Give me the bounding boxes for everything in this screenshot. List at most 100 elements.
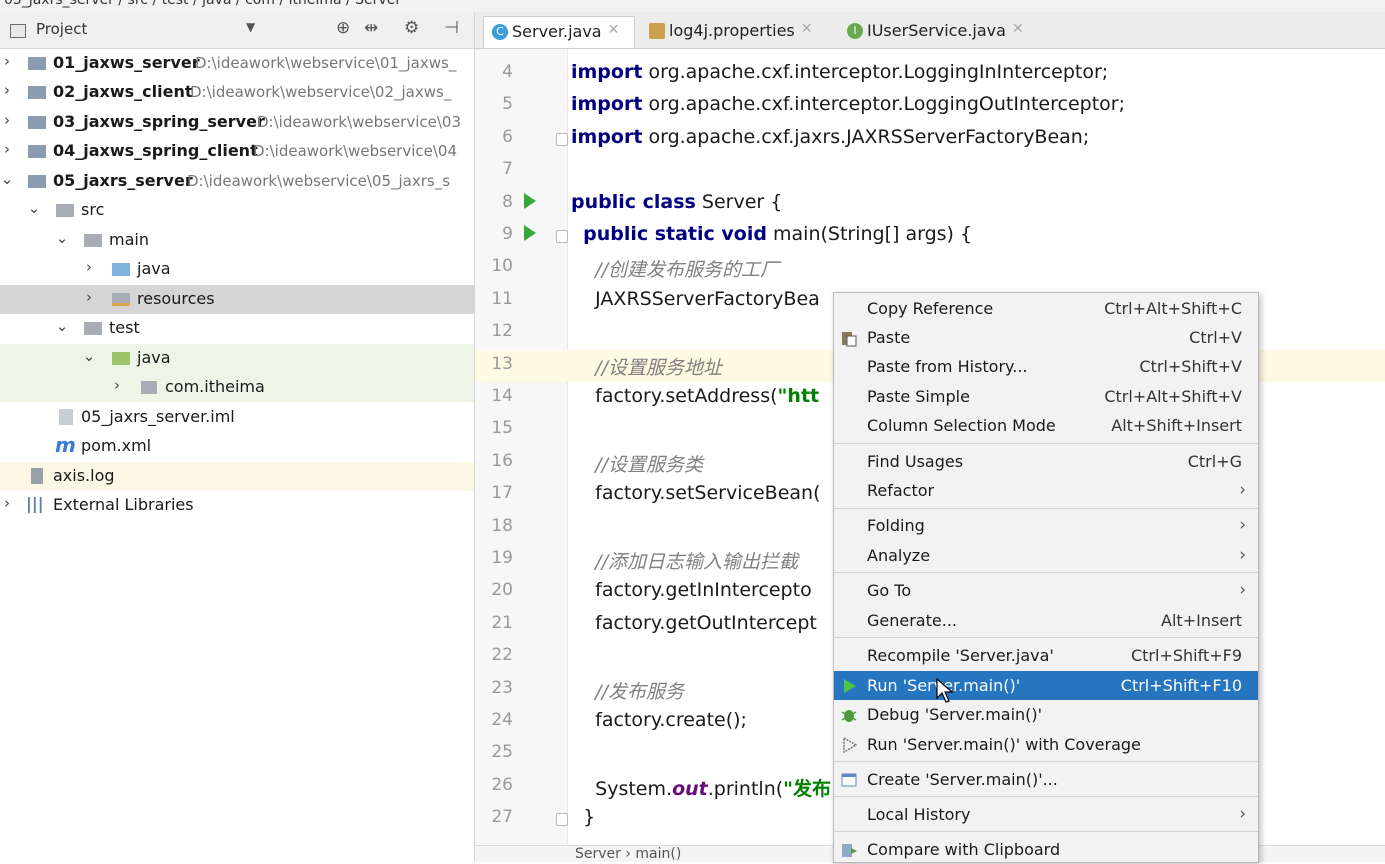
interface-icon: I	[847, 23, 863, 39]
code-line[interactable]: 9 public static void main(String[] args)…	[475, 220, 1385, 252]
tree-item-folder[interactable]: ⌄ main	[0, 226, 474, 255]
tree-item-module[interactable]: › 01_jaxws_server D:\ideawork\webservice…	[0, 49, 474, 78]
tab-server-java[interactable]: C Server.java ✕	[483, 16, 635, 48]
breadcrumb-text[interactable]: 05_jaxrs_server / src / test / java / co…	[4, 0, 401, 8]
chevron-down-icon[interactable]: ⌄	[55, 229, 69, 247]
menu-item-compare-with-clipboard[interactable]: Compare with Clipboard	[834, 835, 1258, 864]
menu-item-create-config[interactable]: Create 'Server.main()'...	[834, 765, 1258, 794]
code-line[interactable]: 4 import org.apache.cxf.interceptor.Loggi…	[475, 58, 1385, 90]
menu-separator	[834, 443, 1258, 444]
close-icon[interactable]: ✕	[608, 22, 620, 38]
menu-separator	[834, 572, 1258, 573]
menu-item-find-usages[interactable]: Find Usages Ctrl+G	[834, 447, 1258, 476]
fold-icon[interactable]	[556, 230, 568, 243]
chevron-down-icon[interactable]: ▼	[246, 20, 255, 34]
menu-item-generate[interactable]: Generate... Alt+Insert	[834, 606, 1258, 635]
line-number: 12	[491, 321, 513, 342]
tree-item-label: java	[137, 348, 171, 367]
tab-log4j-properties[interactable]: log4j.properties ✕	[641, 16, 831, 47]
hide-panel-icon[interactable]: ⊣	[444, 18, 459, 38]
project-panel-title[interactable]: Project	[36, 20, 87, 38]
code-line[interactable]: 10 //创建发布服务的工厂	[475, 252, 1385, 284]
menu-item-paste-from-history[interactable]: Paste from History... Ctrl+Shift+V	[834, 352, 1258, 381]
navigation-breadcrumb: 05_jaxrs_server / src / test / java / co…	[0, 0, 1385, 12]
tree-item-module[interactable]: › 02_jaxws_client D:\ideawork\webservice…	[0, 78, 474, 107]
menu-item-label: Paste from History...	[867, 357, 1028, 376]
resources-folder-icon	[112, 293, 130, 306]
line-number: 25	[491, 742, 513, 763]
tab-label: IUserService.java	[867, 21, 1006, 40]
close-icon[interactable]: ✕	[801, 21, 813, 37]
menu-item-label: Column Selection Mode	[867, 416, 1056, 435]
code-line[interactable]: 5 import org.apache.cxf.interceptor.Loggi…	[475, 90, 1385, 122]
menu-item-shortcut: Ctrl+V	[1189, 328, 1242, 347]
code-breadcrumb[interactable]: Server › main()	[575, 846, 681, 862]
collapse-icon[interactable]: ⇹	[364, 18, 378, 38]
menu-item-folding[interactable]: Folding ›	[834, 511, 1258, 540]
chevron-right-icon[interactable]: ›	[82, 288, 96, 306]
tree-item-package[interactable]: › com.itheima	[0, 373, 474, 402]
menu-item-label: Folding	[867, 516, 925, 535]
tree-item-folder[interactable]: ⌄ java	[0, 344, 474, 373]
chevron-down-icon[interactable]: ⌄	[0, 170, 14, 188]
run-gutter-icon[interactable]	[524, 225, 536, 241]
run-gutter-icon[interactable]	[524, 192, 536, 209]
tree-item-folder[interactable]: › resources	[0, 285, 474, 314]
fold-icon[interactable]	[556, 132, 568, 146]
tree-item-file[interactable]: axis.log	[0, 462, 474, 491]
tree-item-folder[interactable]: › java	[0, 255, 474, 284]
code-text: JAXRSServerFactoryBea	[571, 287, 820, 310]
menu-item-local-history[interactable]: Local History ›	[834, 800, 1258, 829]
code-line[interactable]: 7	[475, 155, 1385, 187]
chevron-right-icon[interactable]: ›	[0, 111, 14, 129]
chevron-right-icon[interactable]: ›	[0, 140, 14, 158]
menu-item-recompile[interactable]: Recompile 'Server.java' Ctrl+Shift+F9	[834, 641, 1258, 670]
close-icon[interactable]: ✕	[1012, 21, 1024, 37]
tree-item-folder[interactable]: ⌄ src	[0, 196, 474, 225]
code-line[interactable]: 8 public class Server {	[475, 188, 1385, 220]
menu-item-analyze[interactable]: Analyze ›	[834, 541, 1258, 570]
menu-item-debug[interactable]: Debug 'Server.main()'	[834, 700, 1258, 729]
tree-item-label: pom.xml	[81, 436, 152, 455]
tab-iuserservice-java[interactable]: I IUserService.java ✕	[839, 16, 1035, 47]
chevron-right-icon[interactable]: ›	[110, 376, 124, 394]
tree-item-module[interactable]: › 04_jaxws_spring_client D:\ideawork\web…	[0, 137, 474, 166]
tree-item-module[interactable]: › 03_jaxws_spring_server D:\ideawork\web…	[0, 108, 474, 137]
menu-item-run[interactable]: Run 'Server.main()' Ctrl+Shift+F10	[834, 671, 1258, 700]
menu-item-shortcut: Alt+Shift+Insert	[1111, 416, 1242, 435]
tab-label: log4j.properties	[669, 21, 795, 40]
chevron-right-icon[interactable]: ›	[0, 52, 14, 70]
fold-icon[interactable]	[556, 813, 568, 827]
tree-item-label: resources	[137, 289, 215, 308]
tree-item-module[interactable]: ⌄ 05_jaxrs_server D:\ideawork\webservice…	[0, 167, 474, 196]
tree-item-folder[interactable]: ⌄ test	[0, 314, 474, 343]
menu-item-copy-reference[interactable]: Copy Reference Ctrl+Alt+Shift+C	[834, 294, 1258, 323]
line-number: 11	[491, 288, 513, 309]
code-text: }	[571, 806, 596, 829]
menu-item-shortcut: Ctrl+Alt+Shift+V	[1104, 387, 1242, 406]
menu-item-paste-simple[interactable]: Paste Simple Ctrl+Alt+Shift+V	[834, 382, 1258, 411]
code-text: import org.apache.cxf.interceptor.Loggin…	[571, 93, 1125, 116]
menu-item-run-with-coverage[interactable]: Run 'Server.main()' with Coverage	[834, 730, 1258, 759]
chevron-right-icon[interactable]: ›	[0, 81, 14, 99]
chevron-down-icon[interactable]: ⌄	[27, 199, 41, 217]
menu-item-column-selection-mode[interactable]: Column Selection Mode Alt+Shift+Insert	[834, 411, 1258, 440]
line-number: 26	[491, 774, 513, 795]
menu-item-go-to[interactable]: Go To ›	[834, 576, 1258, 605]
chevron-down-icon[interactable]: ⌄	[55, 317, 69, 335]
code-line[interactable]: 6 import org.apache.cxf.jaxrs.JAXRSServer…	[475, 123, 1385, 155]
tree-item-file[interactable]: 05_jaxrs_server.iml	[0, 403, 474, 432]
chevron-down-icon[interactable]: ⌄	[82, 347, 96, 365]
tree-item-file[interactable]: m pom.xml	[0, 432, 474, 461]
menu-separator	[834, 508, 1258, 509]
menu-item-refactor[interactable]: Refactor ›	[834, 476, 1258, 505]
menu-item-shortcut: Ctrl+Alt+Shift+C	[1104, 299, 1242, 318]
menu-item-paste[interactable]: Paste Ctrl+V	[834, 323, 1258, 352]
chevron-right-icon[interactable]: ›	[82, 258, 96, 276]
module-icon	[28, 116, 46, 129]
chevron-right-icon: ›	[1239, 804, 1246, 824]
chevron-right-icon[interactable]: ›	[0, 494, 14, 512]
target-icon[interactable]: ⊕	[336, 18, 350, 38]
gear-icon[interactable]: ⚙	[404, 18, 419, 38]
tree-item-libraries[interactable]: › ||| External Libraries	[0, 491, 474, 520]
